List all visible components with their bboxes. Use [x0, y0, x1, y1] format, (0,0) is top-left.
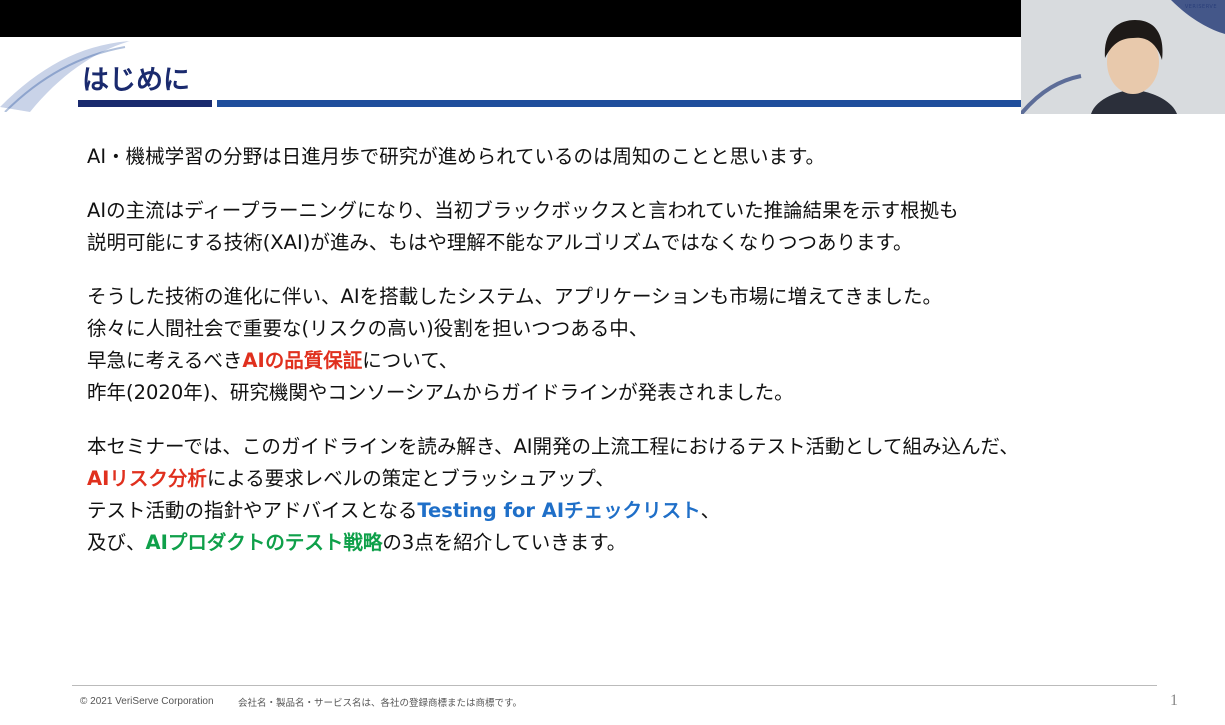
webcam-brand-label: VERISERVE	[1184, 4, 1217, 10]
paragraph-3: そうした技術の進化に伴い、AIを搭載したシステム、アプリケーションも市場に増えて…	[87, 281, 1147, 409]
text-fragment: 早急に考えるべき	[87, 349, 243, 372]
text-line: そうした技術の進化に伴い、AIを搭載したシステム、アプリケーションも市場に増えて…	[87, 285, 943, 308]
text-line: AI・機械学習の分野は日進月歩で研究が進められているのは周知のことと思います。	[87, 145, 826, 168]
text-line: AIの主流はディープラーニングになり、当初ブラックボックスと言われていた推論結果…	[87, 199, 959, 222]
text-fragment: について、	[362, 349, 459, 372]
paragraph-2: AIの主流はディープラーニングになり、当初ブラックボックスと言われていた推論結果…	[87, 195, 1147, 259]
footer-copyright: © 2021 VeriServe Corporation	[80, 696, 214, 707]
footer-divider	[72, 685, 1157, 686]
title-underline-long	[217, 100, 1023, 107]
text-fragment: の3点を紹介していきます。	[382, 531, 627, 554]
page-number: 1	[1170, 692, 1178, 709]
text-line: 昨年(2020年)、研究機関やコンソーシアムからガイドラインが発表されました。	[87, 381, 794, 404]
text-fragment: 及び、	[87, 531, 146, 554]
text-line: 徐々に人間社会で重要な(リスクの高い)役割を担いつつある中、	[87, 317, 649, 340]
text-line: 及び、AIプロダクトのテスト戦略の3点を紹介していきます。	[87, 527, 1147, 559]
footer-trademark-notice: 会社名・製品名・サービス名は、各社の登録商標または商標です。	[238, 698, 523, 709]
webcam-video: VERISERVE	[1021, 0, 1225, 114]
emphasis-ai-quality-assurance: AIの品質保証	[242, 349, 363, 372]
emphasis-ai-product-test-strategy: AIプロダクトのテスト戦略	[145, 531, 383, 554]
text-line: 早急に考えるべきAIの品質保証について、	[87, 345, 1147, 377]
text-line: 本セミナーでは、このガイドラインを読み解き、AI開発の上流工程におけるテスト活動…	[87, 435, 1019, 458]
paragraph-1: AI・機械学習の分野は日進月歩で研究が進められているのは周知のことと思います。	[87, 141, 1147, 173]
paragraph-4: 本セミナーでは、このガイドラインを読み解き、AI開発の上流工程におけるテスト活動…	[87, 431, 1147, 559]
presenter-avatar	[1021, 0, 1225, 114]
emphasis-ai-risk-analysis: AIリスク分析	[87, 467, 207, 490]
text-fragment: テスト活動の指針やアドバイスとなる	[87, 499, 418, 522]
title-underline-short	[78, 100, 212, 107]
text-line: テスト活動の指針やアドバイスとなるTesting for AIチェックリスト、	[87, 495, 1147, 527]
text-fragment: 、	[700, 499, 721, 522]
text-fragment: による要求レベルの策定とブラッシュアップ、	[206, 467, 615, 490]
text-line: AIリスク分析による要求レベルの策定とブラッシュアップ、	[87, 463, 1147, 495]
emphasis-testing-for-ai-checklist: Testing for AIチェックリスト	[417, 499, 701, 522]
slide-title: はじめに	[82, 65, 190, 96]
slide-body: AI・機械学習の分野は日進月歩で研究が進められているのは周知のことと思います。 …	[87, 141, 1147, 559]
text-line: 説明可能にする技術(XAI)が進み、もはや理解不能なアルゴリズムではなくなりつつ…	[87, 231, 913, 254]
